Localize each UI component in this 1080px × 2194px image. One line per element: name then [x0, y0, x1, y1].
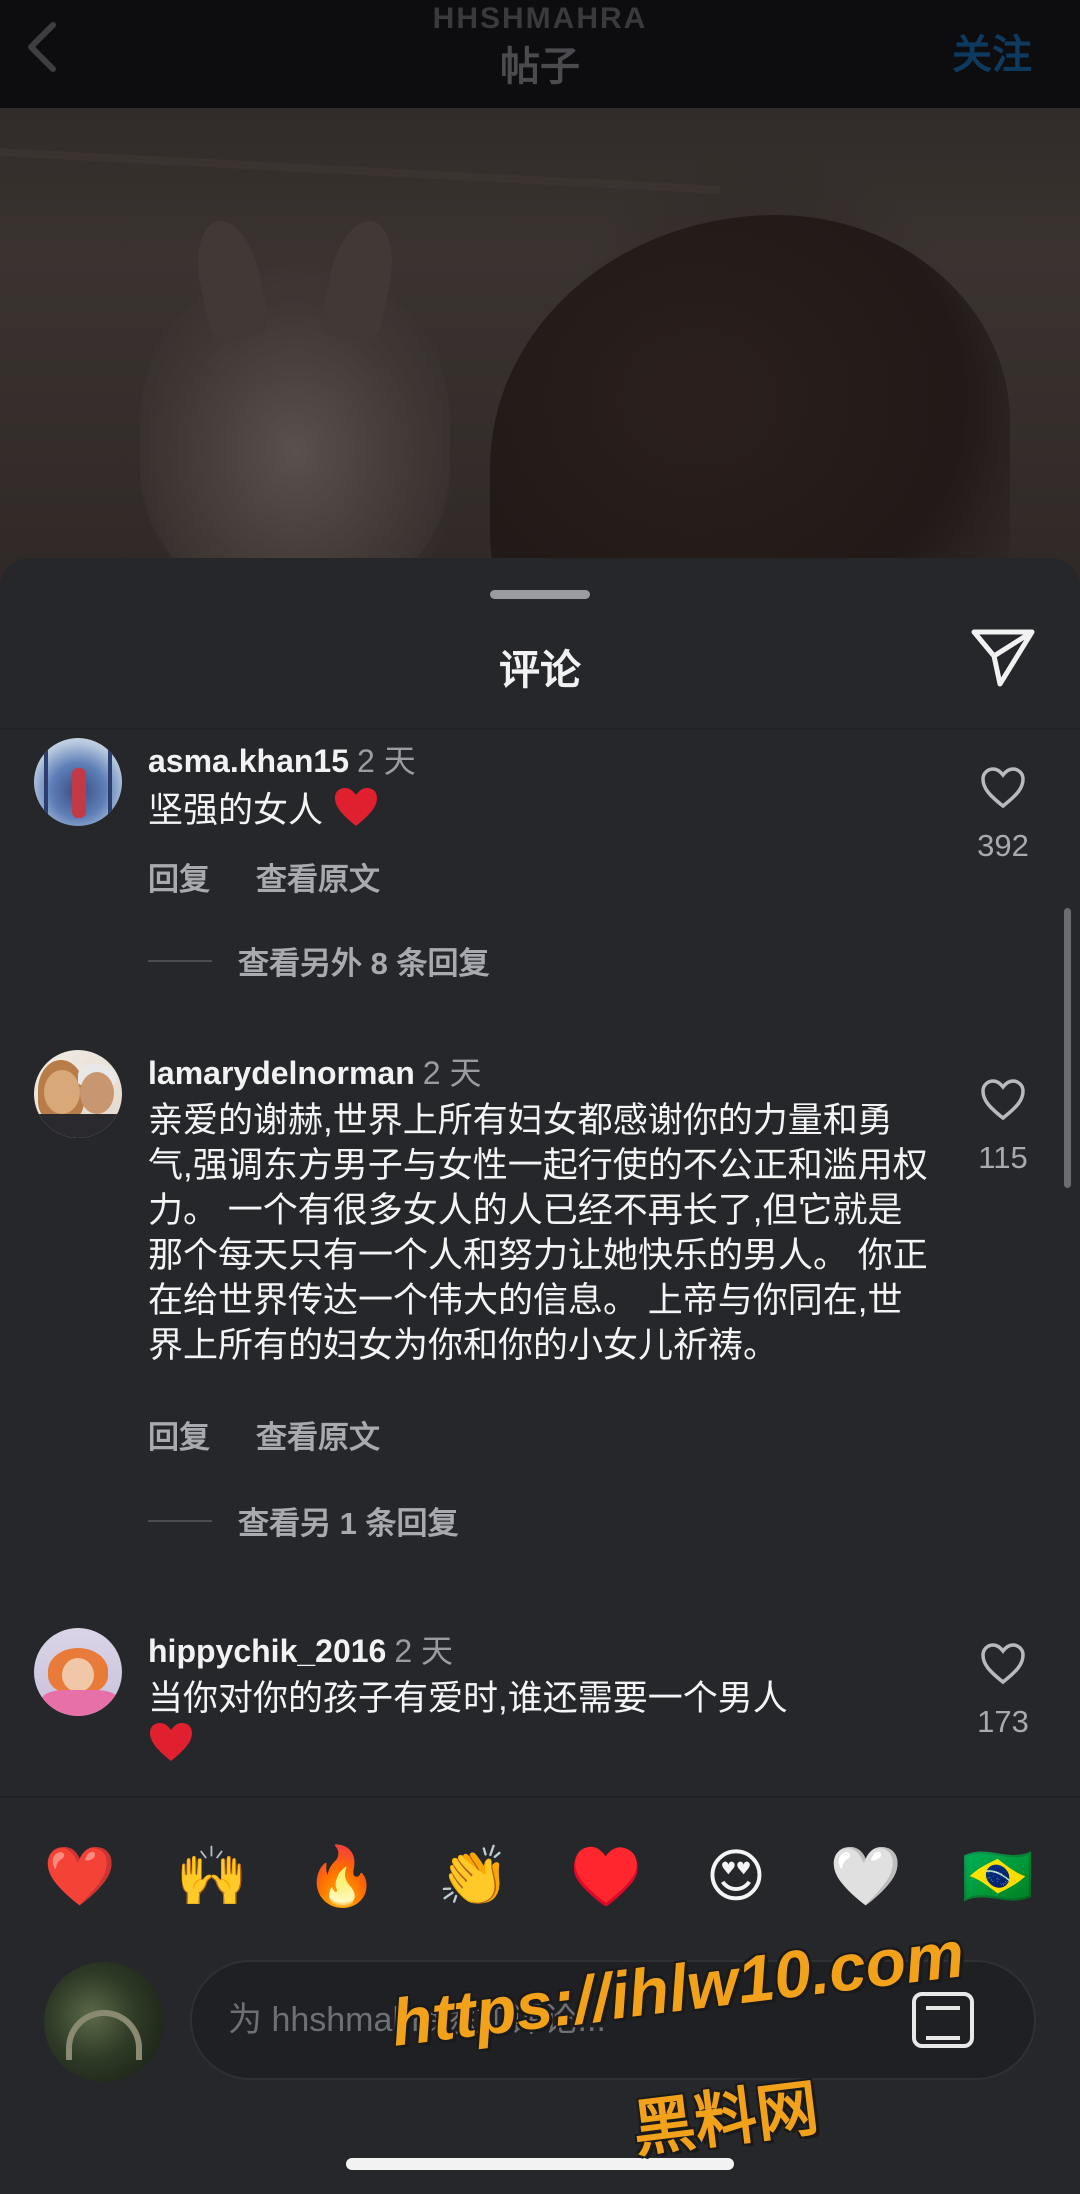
reply-button[interactable]: 回复	[148, 862, 210, 897]
comment-username[interactable]: asma.khan15	[148, 743, 349, 779]
my-avatar[interactable]	[44, 1962, 164, 2082]
see-translation-button[interactable]: 查看原文	[256, 862, 380, 897]
like-count: 173	[977, 1704, 1029, 1739]
comment-username[interactable]: lamarydelnorman	[148, 1055, 415, 1091]
follow-button[interactable]: 关注	[952, 22, 1032, 80]
view-more-replies[interactable]: 查看另外 8 条回复	[148, 938, 489, 983]
sheet-grabber[interactable]	[490, 590, 590, 599]
screen: HHSHMAHRA 帖子 关注 评论 asma.khan152 天 坚强的女人	[0, 0, 1080, 2194]
comment-header: lamarydelnorman 2 天	[148, 1048, 481, 1094]
divider	[0, 728, 1080, 730]
see-translation-button[interactable]: 查看原文	[256, 1420, 380, 1455]
comment-time: 2 天	[357, 743, 416, 779]
like-count: 115	[978, 1140, 1028, 1175]
emoji-red-heart[interactable]: ❤️	[40, 1836, 120, 1916]
emoji-brazil-flag[interactable]: 🇧🇷	[958, 1836, 1038, 1916]
avatar[interactable]	[34, 738, 122, 826]
comment-text: 坚强的女人	[148, 786, 928, 833]
nav-username: HHSHMAHRA	[432, 2, 648, 35]
avatar[interactable]	[34, 1050, 122, 1138]
picture-frame	[0, 96, 720, 194]
reply-button[interactable]: 回复	[148, 1420, 210, 1455]
emoji-fire[interactable]: 🔥	[302, 1836, 382, 1916]
comment-header: asma.khan15 2 天	[148, 736, 416, 782]
emoji-raising-hands[interactable]: 🙌	[172, 1836, 252, 1916]
horse-figure	[140, 270, 450, 600]
red-heart-icon	[150, 1723, 192, 1761]
comment-time: 2 天	[394, 1633, 454, 1669]
comment-actions: 回复 查看原文	[148, 1412, 426, 1457]
comment-text: 亲爱的谢赫,世界上所有妇女都感谢你的力量和勇气,强调东方男子与女性一起行使的不公…	[148, 1101, 928, 1365]
avatar[interactable]	[34, 1628, 122, 1716]
scrollbar[interactable]	[1064, 908, 1071, 1188]
like-button[interactable]: 173	[968, 1642, 1038, 1740]
send-icon	[971, 629, 1035, 687]
sheet-title: 评论	[499, 647, 581, 693]
comment-text: 当你对你的孩子有爱时,谁还需要一个男人	[148, 1676, 928, 1768]
emoji-white-heart[interactable]: 🤍	[826, 1836, 906, 1916]
page-title: 帖子	[500, 45, 580, 89]
emoji-heart-suit[interactable]: ♥️	[566, 1836, 646, 1916]
share-button[interactable]	[970, 626, 1036, 690]
view-more-replies[interactable]: 查看另 1 条回复	[148, 1498, 458, 1543]
like-button[interactable]: 115	[968, 1078, 1038, 1176]
heart-outline-icon	[981, 1079, 1025, 1121]
comment-time: 2 天	[422, 1055, 482, 1091]
comment-header: hippychik_2016 2 天	[148, 1626, 453, 1672]
heart-outline-icon	[981, 767, 1025, 809]
emoji-heart-eyes[interactable]: 😍	[696, 1836, 776, 1916]
like-button[interactable]: 392	[968, 766, 1038, 864]
emoji-clapping-hands[interactable]: 👏	[434, 1836, 514, 1916]
comment-username[interactable]: hippychik_2016	[148, 1633, 386, 1669]
red-heart-icon	[334, 788, 377, 826]
gif-sticker-icon[interactable]	[912, 1992, 974, 2048]
heart-outline-icon	[981, 1643, 1025, 1685]
top-nav: HHSHMAHRA 帖子 关注	[0, 0, 1080, 108]
comment-actions: 回复 查看原文	[148, 854, 426, 899]
like-count: 392	[977, 828, 1029, 863]
